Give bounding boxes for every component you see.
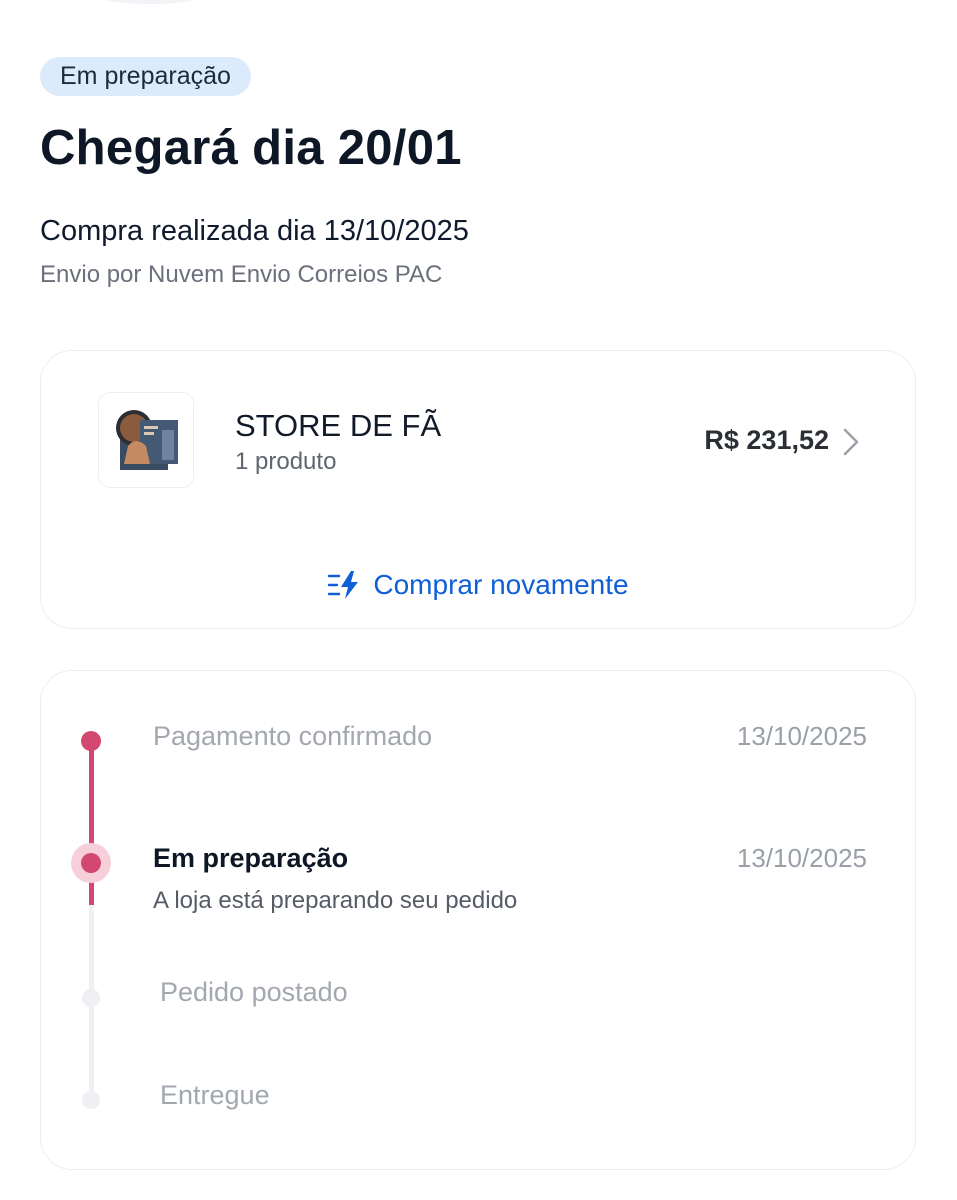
step-preparing-label: Em preparação: [153, 843, 349, 873]
order-card: STORE DE FÃ 1 produto R$ 231,52 Comprar …: [40, 350, 916, 629]
step-preparing-date: 13/10/2025: [736, 843, 867, 873]
step-payment-label: Pagamento confirmado: [153, 721, 433, 751]
chevron-right-icon[interactable]: [841, 427, 861, 457]
step-payment-date: 13/10/2025: [736, 721, 867, 751]
step-posted-label: Pedido postado: [160, 977, 348, 1007]
product-thumbnail[interactable]: [98, 392, 194, 488]
order-total[interactable]: R$ 231,52: [704, 425, 829, 456]
page-title: Chegará dia 20/01: [40, 121, 462, 175]
top-decoration: [70, 0, 230, 4]
shipping-method: Envio por Nuvem Envio Correios PAC: [40, 261, 443, 288]
product-count: 1 produto: [235, 448, 337, 475]
status-badge: Em preparação: [40, 57, 251, 96]
store-name[interactable]: STORE DE FÃ: [235, 408, 441, 444]
product-image: [110, 406, 182, 474]
flash-icon: [328, 571, 359, 599]
buy-again-button[interactable]: Comprar novamente: [41, 569, 915, 601]
timeline-dot-delivered: [82, 1091, 100, 1109]
order-timeline: Pagamento confirmado 13/10/2025 Em prepa…: [40, 670, 916, 1170]
step-delivered-label: Entregue: [160, 1080, 270, 1110]
purchase-date: Compra realizada dia 13/10/2025: [40, 215, 469, 247]
timeline-dot-preparing: [81, 853, 101, 873]
buy-again-label: Comprar novamente: [373, 569, 629, 600]
timeline-dot-payment: [81, 731, 101, 751]
step-preparing-description: A loja está preparando seu pedido: [153, 887, 518, 914]
timeline-dot-posted: [82, 989, 100, 1007]
